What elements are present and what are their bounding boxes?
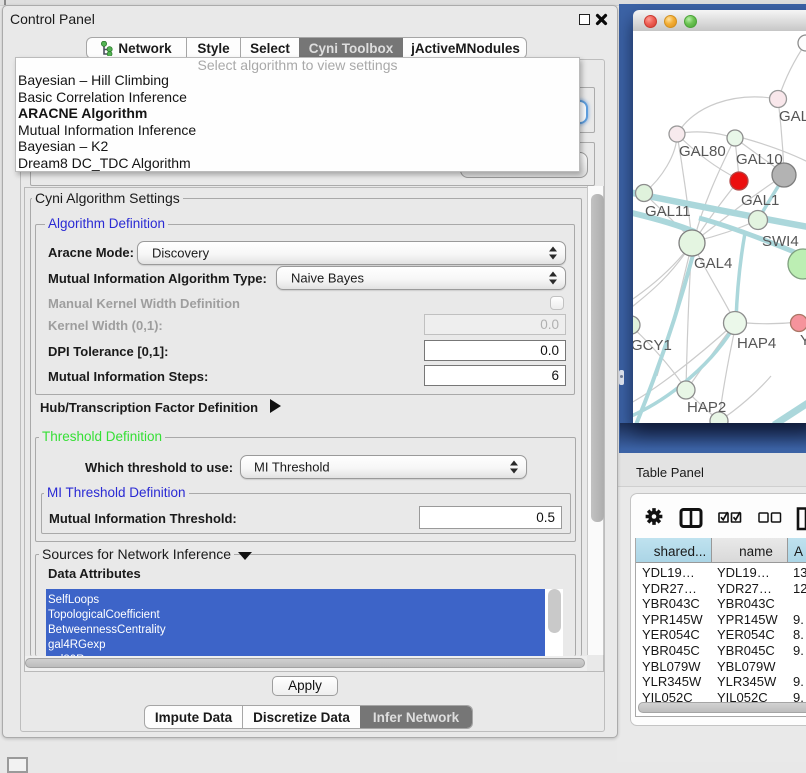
- svg-text:HAP2: HAP2: [687, 399, 726, 416]
- svg-text:GAL11: GAL11: [645, 203, 691, 220]
- svg-text:GAL80: GAL80: [679, 143, 726, 160]
- svg-text:SWI4: SWI4: [762, 233, 799, 250]
- svg-text:HAP4: HAP4: [737, 335, 776, 352]
- svg-text:GAL10: GAL10: [736, 151, 783, 168]
- svg-text:GAL1: GAL1: [741, 192, 779, 209]
- svg-text:Y: Y: [800, 332, 806, 349]
- svg-text:GCY1: GCY1: [633, 337, 672, 354]
- svg-text:GAL7: GAL7: [779, 108, 806, 125]
- svg-text:GAL4: GAL4: [694, 255, 732, 272]
